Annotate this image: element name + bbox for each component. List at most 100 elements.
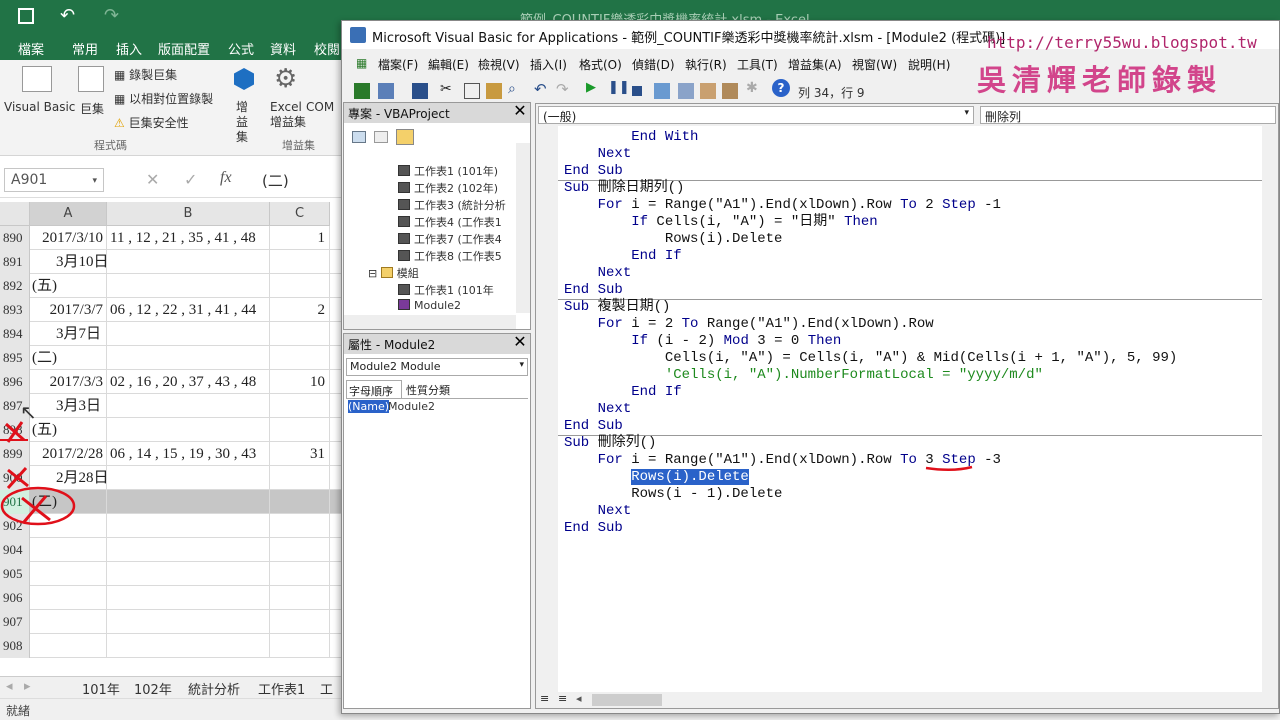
cell-b[interactable] — [107, 610, 270, 634]
cell-b[interactable] — [107, 418, 270, 442]
tab-data[interactable]: 資料 — [270, 39, 296, 58]
menu-addins[interactable]: 增益集(A) — [788, 56, 842, 73]
sheet-tab-101[interactable]: 101年 — [82, 679, 120, 698]
cell-c[interactable] — [270, 418, 330, 442]
cell-b[interactable] — [107, 322, 270, 346]
cancel-icon[interactable]: ✕ — [146, 170, 159, 189]
redo-icon[interactable]: ↷ — [556, 80, 572, 98]
stop-icon[interactable] — [632, 86, 642, 96]
cell-b[interactable] — [107, 346, 270, 370]
scroll-right-icon[interactable]: ▸ — [24, 679, 31, 694]
cell-c[interactable] — [270, 514, 330, 538]
cell-c[interactable] — [270, 394, 330, 418]
undo-icon[interactable]: ↶ — [534, 80, 550, 98]
cell-c[interactable]: 10 — [270, 370, 330, 394]
close-icon[interactable]: ✕ — [512, 103, 528, 120]
undo-icon[interactable]: ↶ — [60, 5, 75, 26]
menu-help[interactable]: 說明(H) — [908, 56, 950, 73]
cell-b[interactable] — [107, 394, 270, 418]
sheet-tab-analysis[interactable]: 統計分析 — [188, 679, 240, 698]
menu-view[interactable]: 檢視(V) — [478, 56, 520, 73]
project-explorer-icon[interactable] — [678, 83, 694, 99]
tree-item-module2[interactable]: Module2 — [398, 299, 461, 312]
code-hscroll[interactable]: ≡ ≡ ◂ — [536, 692, 1278, 708]
excel-icon[interactable]: ▦ — [356, 56, 367, 70]
cell-b[interactable]: 11 , 12 , 21 , 35 , 41 , 48 — [107, 226, 270, 250]
tab-alphabetic[interactable]: 字母順序 — [346, 380, 402, 398]
save-icon[interactable] — [18, 8, 34, 24]
menu-tools[interactable]: 工具(T) — [737, 56, 778, 73]
properties-object-select[interactable]: Module2 Module ▾ — [346, 358, 528, 376]
cell-b[interactable] — [107, 562, 270, 586]
macro-security-button[interactable]: ⚠ 巨集安全性 — [114, 114, 189, 131]
name-box[interactable]: A901 ▾ — [4, 168, 104, 192]
tab-review[interactable]: 校閱 — [314, 39, 340, 58]
cell-b[interactable]: 06 , 14 , 15 , 19 , 30 , 43 — [107, 442, 270, 466]
record-macro-button[interactable]: ▦ 錄製巨集 — [114, 66, 177, 83]
procedure-combo[interactable]: 刪除列 — [980, 106, 1276, 124]
properties-icon[interactable] — [700, 83, 716, 99]
tree-item-sheet3[interactable]: 工作表3 (統計分析 — [398, 197, 506, 213]
tab-home[interactable]: 常用 — [72, 39, 98, 58]
view-object-icon[interactable] — [374, 131, 388, 143]
cell-c[interactable] — [270, 538, 330, 562]
scroll-left-icon[interactable]: ◂ — [576, 692, 582, 705]
menu-run[interactable]: 執行(R) — [685, 56, 727, 73]
cell-c[interactable] — [270, 634, 330, 658]
tab-insert[interactable]: 插入 — [116, 39, 142, 58]
addins-icon[interactable] — [234, 68, 254, 90]
sheet-tab-102[interactable]: 102年 — [134, 679, 172, 698]
cell-b[interactable] — [107, 514, 270, 538]
cell-b[interactable]: 06 , 12 , 22 , 31 , 41 , 44 — [107, 298, 270, 322]
paste-icon[interactable] — [486, 83, 502, 99]
cell-c[interactable] — [270, 346, 330, 370]
tab-categorized[interactable]: 性質分類 — [404, 380, 460, 398]
visual-basic-button[interactable]: Visual Basic — [4, 100, 75, 114]
project-hscroll[interactable] — [344, 315, 516, 329]
check-icon[interactable]: ✓ — [184, 170, 197, 189]
tree-item-modules-folder[interactable]: ⊟ 模組 — [368, 265, 419, 281]
column-header-b[interactable]: B — [107, 202, 270, 226]
excel-addins-button[interactable]: Excel 增益集 — [270, 100, 310, 130]
tree-item-sheet1[interactable]: 工作表1 (101年) — [398, 163, 498, 179]
addins-button[interactable]: 增益集 — [236, 100, 250, 145]
cell-c[interactable] — [270, 466, 330, 490]
cell-c[interactable]: 31 — [270, 442, 330, 466]
menu-debug[interactable]: 偵錯(D) — [632, 56, 675, 73]
pause-icon[interactable]: ❚❚ — [608, 80, 630, 96]
tab-layout[interactable]: 版面配置 — [158, 39, 210, 58]
property-row-name[interactable]: (Name) Module2 — [346, 398, 528, 413]
code-vscroll[interactable] — [1262, 126, 1278, 694]
full-module-view-icon[interactable]: ≡ — [558, 692, 567, 705]
formula-input[interactable]: (二) — [262, 170, 289, 191]
view-excel-icon[interactable] — [354, 83, 370, 99]
menu-edit[interactable]: 編輯(E) — [428, 56, 469, 73]
relative-ref-button[interactable]: ▦ 以相對位置錄製 — [114, 90, 213, 107]
save-icon[interactable] — [412, 83, 428, 99]
gear-icon[interactable]: ⚙ — [274, 64, 297, 94]
cell-c[interactable] — [270, 322, 330, 346]
tree-item-sheet4[interactable]: 工作表4 (工作表1 — [398, 214, 502, 230]
object-combo[interactable]: (一般) ▾ — [538, 106, 974, 124]
view-code-icon[interactable] — [352, 131, 366, 143]
code-editor[interactable]: End With Next End Sub Sub 刪除日期列() For i … — [536, 126, 1262, 694]
menu-file[interactable]: 檔案(F) — [378, 56, 418, 73]
tree-item-sheet7[interactable]: 工作表7 (工作表4 — [398, 231, 502, 247]
tab-file[interactable]: 檔案 — [18, 39, 44, 58]
tree-item-sheet2[interactable]: 工作表2 (102年) — [398, 180, 498, 196]
menu-insert[interactable]: 插入(I) — [530, 56, 567, 73]
close-icon[interactable]: ✕ — [512, 334, 528, 351]
menu-window[interactable]: 視窗(W) — [852, 56, 897, 73]
fx-icon[interactable]: fx — [220, 169, 232, 187]
tab-formulas[interactable]: 公式 — [228, 39, 254, 58]
cell-b[interactable] — [107, 274, 270, 298]
project-vscroll[interactable] — [516, 143, 530, 313]
run-icon[interactable]: ▶ — [586, 80, 602, 96]
com-addins-button[interactable]: COM — [306, 100, 334, 114]
column-header-c[interactable]: C — [270, 202, 330, 226]
cell-c[interactable]: 2 — [270, 298, 330, 322]
insert-module-icon[interactable] — [378, 83, 394, 99]
spreadsheet-grid[interactable]: A B C 890 2017/3/10 11 , 12 , 21 , 35 , 41… — [0, 202, 345, 678]
cell-b[interactable] — [107, 490, 270, 514]
macros-icon[interactable] — [78, 66, 104, 92]
